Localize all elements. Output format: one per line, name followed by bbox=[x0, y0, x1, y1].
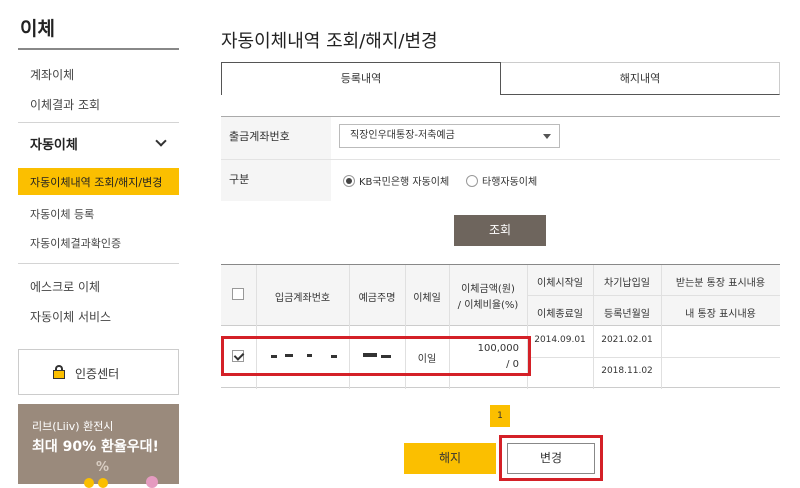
percent-icon: % bbox=[96, 460, 110, 475]
search-form: 출금계좌번호 직장인우대통장-저축예금 구분 KB국민은행 자동이체 타행자동이… bbox=[221, 116, 780, 201]
header-reg: 등록년월일 bbox=[604, 309, 650, 320]
header-account: 입금계좌번호 bbox=[274, 293, 331, 304]
header-next-pay: 차기납입일 bbox=[604, 278, 650, 289]
row-start: 2014.09.01 bbox=[534, 335, 586, 345]
sidebar-section-label: 자동이체 bbox=[30, 138, 78, 153]
radio-label: 타행자동이체 bbox=[482, 177, 538, 188]
account-select-value: 직장인우대통장-저축예금 bbox=[350, 130, 455, 141]
sidebar: 이체 계좌이체 이체결과 조회 자동이체 자동이체내역 조회/해지/변경 자동이… bbox=[18, 0, 179, 488]
sidebar-item-auto-transfer-result[interactable]: 자동이체결과확인증 bbox=[30, 235, 121, 251]
coin-icon bbox=[146, 476, 158, 488]
sidebar-separator bbox=[18, 122, 179, 123]
sidebar-divider bbox=[18, 48, 179, 50]
tab-cancelled[interactable]: 해지내역 bbox=[501, 62, 780, 95]
header-end: 이체종료일 bbox=[537, 309, 583, 320]
header-my-memo: 내 통장 표시내용 bbox=[685, 309, 756, 320]
row-reg: 2018.11.02 bbox=[601, 366, 653, 376]
banner-line2: 최대 90% 환율우대! bbox=[32, 439, 159, 455]
header-day: 이체일 bbox=[413, 293, 441, 304]
header-holder: 예금주명 bbox=[358, 293, 396, 304]
search-button[interactable]: 조회 bbox=[454, 215, 546, 246]
caret-down-icon bbox=[543, 134, 551, 139]
account-label: 출금계좌번호 bbox=[221, 117, 331, 159]
radio-unselected-icon bbox=[466, 175, 478, 187]
cert-center-button[interactable]: 인증센터 bbox=[18, 349, 179, 395]
header-start: 이체시작일 bbox=[537, 278, 583, 289]
type-label: 구분 bbox=[221, 160, 331, 201]
coin-icon bbox=[84, 478, 94, 488]
sidebar-section-auto-transfer[interactable]: 자동이체 bbox=[18, 124, 179, 162]
sidebar-separator bbox=[18, 263, 179, 264]
sidebar-item-auto-transfer-history[interactable]: 자동이체내역 조회/해지/변경 bbox=[18, 168, 179, 195]
chevron-down-icon bbox=[155, 135, 167, 147]
sidebar-item-transfer-result[interactable]: 이체결과 조회 bbox=[30, 96, 100, 113]
cancel-button[interactable]: 해지 bbox=[404, 443, 496, 474]
radio-label: KB국민은행 자동이체 bbox=[359, 177, 450, 188]
radio-other-bank[interactable]: 타행자동이체 bbox=[466, 173, 537, 188]
tab-registered[interactable]: 등록내역 bbox=[221, 62, 501, 95]
select-all-checkbox[interactable] bbox=[232, 288, 244, 300]
form-row-type: 구분 KB국민은행 자동이체 타행자동이체 bbox=[221, 159, 780, 201]
radio-kb-auto-transfer[interactable]: KB국민은행 자동이체 bbox=[343, 173, 449, 188]
sidebar-title: 이체 bbox=[20, 18, 55, 40]
row-next-pay: 2021.02.01 bbox=[601, 335, 653, 345]
sidebar-item-label: 자동이체내역 조회/해지/변경 bbox=[30, 176, 163, 189]
form-row-account: 출금계좌번호 직장인우대통장-저축예금 bbox=[221, 117, 780, 159]
radio-selected-icon bbox=[343, 175, 355, 187]
highlight-box bbox=[221, 336, 531, 376]
header-recv-memo: 받는분 통장 표시내용 bbox=[675, 278, 766, 289]
promo-banner[interactable]: 리브(Liiv) 환전시 최대 90% 환율우대! % bbox=[18, 404, 179, 488]
coin-icon bbox=[98, 478, 108, 488]
account-select[interactable]: 직장인우대통장-저축예금 bbox=[339, 124, 560, 148]
tab-bar: 등록내역 해지내역 bbox=[221, 62, 780, 95]
sidebar-item-auto-service[interactable]: 자동이체 서비스 bbox=[30, 308, 111, 325]
banner-line1: 리브(Liiv) 환전시 bbox=[32, 420, 114, 433]
lock-icon bbox=[53, 365, 65, 379]
sidebar-item-escrow[interactable]: 에스크로 이체 bbox=[30, 278, 100, 295]
header-ratio: / 이체비율(%) bbox=[457, 300, 519, 311]
header-amount: 이체금액(원) bbox=[461, 284, 515, 295]
page-1-button[interactable]: 1 bbox=[490, 405, 510, 427]
sidebar-item-account-transfer[interactable]: 계좌이체 bbox=[30, 66, 74, 83]
page-title: 자동이체내역 조회/해지/변경 bbox=[221, 31, 438, 52]
cert-center-label: 인증센터 bbox=[75, 367, 120, 381]
highlight-box bbox=[499, 435, 603, 481]
sidebar-item-auto-transfer-register[interactable]: 자동이체 등록 bbox=[30, 206, 94, 222]
